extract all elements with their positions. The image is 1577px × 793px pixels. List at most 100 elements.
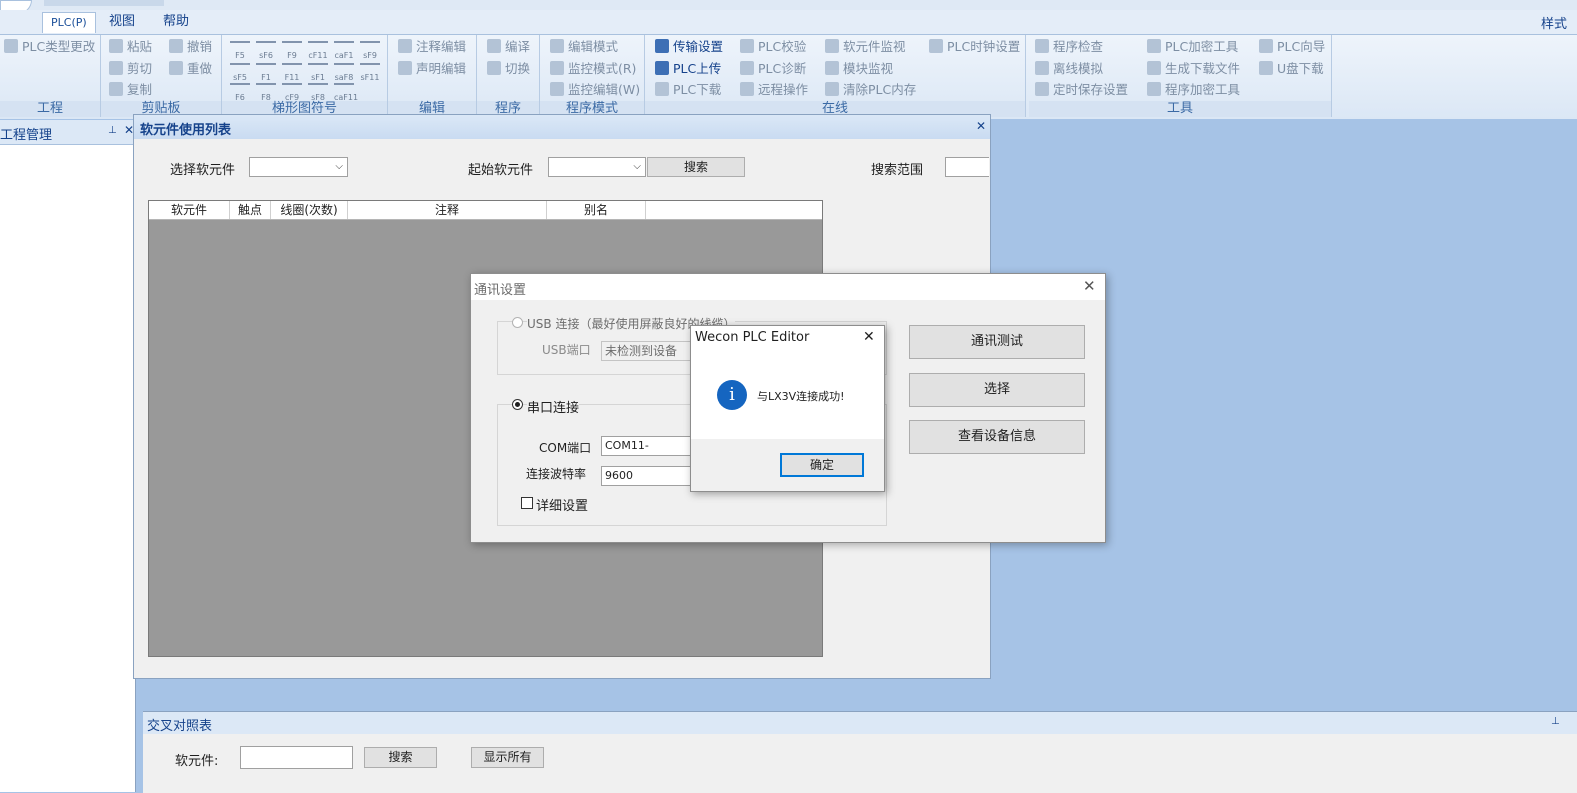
scissors-icon [109, 61, 123, 75]
group-clipboard: 粘贴 剪切 复制 撤销 重做 剪贴板 [101, 35, 222, 117]
search-button[interactable]: 搜索 [647, 157, 745, 177]
ladder-symbol[interactable]: caF1 [334, 41, 354, 63]
ladder-symbol[interactable]: sF1 [308, 63, 328, 85]
clear-icon [825, 82, 839, 96]
close-icon[interactable]: ✕ [976, 119, 986, 133]
xref-search-button[interactable]: 搜索 [364, 747, 437, 768]
device-monitor-button[interactable]: 软元件监视 [825, 37, 906, 57]
plc-upload-button[interactable]: PLC上传 [655, 59, 721, 79]
module-icon [825, 61, 839, 75]
tab-view[interactable]: 视图 [101, 12, 143, 32]
paste-button[interactable]: 粘贴 [109, 37, 152, 57]
device-list-title: 软元件使用列表 [140, 123, 232, 138]
close-icon[interactable]: ✕ [863, 329, 875, 345]
compile-button[interactable]: 编译 [487, 37, 530, 57]
serial-radio[interactable] [512, 399, 523, 410]
monitor-mode-button[interactable]: 监控模式(R) [550, 59, 636, 79]
plc-type-change-button[interactable]: PLC类型更改 [4, 37, 95, 57]
detail-settings-checkbox[interactable] [521, 497, 533, 509]
ladder-symbol[interactable]: cF11 [308, 41, 328, 63]
plc-verify-button[interactable]: PLC校验 [740, 37, 806, 57]
select-device-dropdown[interactable]: ⌵ [249, 157, 348, 177]
tab-help[interactable]: 帮助 [155, 12, 197, 32]
declaration-icon [398, 61, 412, 75]
ladder-symbol[interactable]: F9 [282, 41, 302, 63]
clear-plc-memory-button[interactable]: 清除PLC内存 [825, 80, 916, 100]
close-icon[interactable]: ✕ [1083, 277, 1096, 295]
generate-download-file-button[interactable]: 生成下载文件 [1147, 59, 1240, 79]
column-header[interactable]: 别名 [547, 201, 646, 219]
program-check-button[interactable]: 程序检查 [1035, 37, 1103, 57]
column-header[interactable]: 触点 [230, 201, 271, 219]
usb-download-button[interactable]: U盘下载 [1259, 59, 1324, 79]
start-device-dropdown[interactable]: ⌵ [548, 157, 646, 177]
plc-diagnose-button[interactable]: PLC诊断 [740, 59, 806, 79]
monitor-edit-button[interactable]: 监控编辑(W) [550, 80, 640, 100]
group-online: 传输设置 PLC上传 PLC下载 PLC校验 PLC诊断 远程操作 软元件监视 … [645, 35, 1026, 117]
view-device-info-button[interactable]: 查看设备信息 [909, 420, 1085, 454]
comm-test-button[interactable]: 通讯测试 [909, 325, 1085, 359]
group-project: PLC类型更改 工程 [0, 35, 101, 117]
column-header[interactable]: 软元件 [149, 201, 230, 219]
comment-edit-button[interactable]: 注释编辑 [398, 37, 466, 57]
pin-icon[interactable]: ⊥ [108, 125, 117, 136]
program-encrypt-button[interactable]: 程序加密工具 [1147, 80, 1240, 100]
ladder-symbol[interactable]: F5 [230, 41, 250, 63]
baud-rate-select[interactable]: 9600 [601, 466, 696, 486]
ladder-symbol[interactable]: sF9 [360, 41, 380, 63]
quick-access-icons[interactable] [44, 0, 164, 6]
declaration-edit-button[interactable]: 声明编辑 [398, 59, 466, 79]
search-range-label: 搜索范围 [871, 163, 924, 178]
ladder-symbol[interactable]: saF8 [334, 63, 354, 85]
redo-icon [169, 61, 183, 75]
ladder-symbol[interactable]: sF11 [360, 63, 380, 85]
undo-button[interactable]: 撤销 [169, 37, 212, 57]
ladder-symbol[interactable]: sF6 [256, 41, 276, 63]
compile-icon [487, 39, 501, 53]
switch-button[interactable]: 切换 [487, 59, 530, 79]
chevron-down-icon: ⌵ [335, 161, 343, 172]
com-port-select[interactable]: COM11-com0com [601, 436, 696, 456]
plc-icon [4, 39, 18, 53]
message-box-footer: 确定 [691, 439, 884, 491]
transfer-icon [655, 39, 669, 53]
cut-button[interactable]: 剪切 [109, 59, 152, 79]
cross-reference-panel: 交叉对照表 ⊥ 软元件: 搜索 显示所有 [143, 711, 1577, 793]
column-header[interactable]: 注释 [348, 201, 547, 219]
module-monitor-button[interactable]: 模块监视 [825, 59, 893, 79]
comment-icon [398, 39, 412, 53]
plc-wizard-button[interactable]: PLC向导 [1259, 37, 1325, 57]
xref-device-input[interactable] [240, 746, 353, 769]
tab-plc[interactable]: PLC(P) [42, 12, 96, 33]
switch-icon [487, 61, 501, 75]
ladder-symbol[interactable]: F1 [256, 63, 276, 85]
copy-button[interactable]: 复制 [109, 80, 152, 100]
edit-mode-button[interactable]: 编辑模式 [550, 37, 618, 57]
transfer-settings-button[interactable]: 传输设置 [655, 37, 723, 57]
ladder-symbol[interactable]: F11 [282, 63, 302, 85]
style-menu[interactable]: 样式 [1541, 13, 1567, 32]
ladder-symbol[interactable]: sF5 [230, 63, 250, 85]
comm-dialog-titlebar: 通讯设置 ✕ [471, 274, 1105, 300]
offline-simulation-button[interactable]: 离线模拟 [1035, 59, 1103, 79]
pin-icon[interactable]: ⊥ [1551, 716, 1560, 727]
plc-encrypt-button[interactable]: PLC加密工具 [1147, 37, 1238, 57]
usb-radio[interactable] [512, 317, 523, 328]
start-device-label: 起始软元件 [468, 163, 534, 178]
show-all-button[interactable]: 显示所有 [471, 747, 544, 768]
column-header[interactable]: 线圈(次数) [271, 201, 348, 219]
redo-button[interactable]: 重做 [169, 59, 212, 79]
plc-clock-button[interactable]: PLC时钟设置 [929, 37, 1020, 57]
group-program-mode: 编辑模式 监控模式(R) 监控编辑(W) 程序模式 [540, 35, 645, 117]
ok-button[interactable]: 确定 [780, 453, 864, 477]
search-range-input[interactable] [945, 157, 989, 177]
plc-download-button[interactable]: PLC下载 [655, 80, 721, 100]
select-button[interactable]: 选择 [909, 373, 1085, 407]
menu-bar: PLC(P) 视图 帮助 样式 [0, 10, 1577, 35]
copy-icon [109, 82, 123, 96]
cross-reference-header: 交叉对照表 ⊥ [143, 712, 1577, 734]
undo-icon [169, 39, 183, 53]
download-arrow-icon [655, 82, 669, 96]
autosave-settings-button[interactable]: 定时保存设置 [1035, 80, 1128, 100]
remote-operation-button[interactable]: 远程操作 [740, 80, 808, 100]
